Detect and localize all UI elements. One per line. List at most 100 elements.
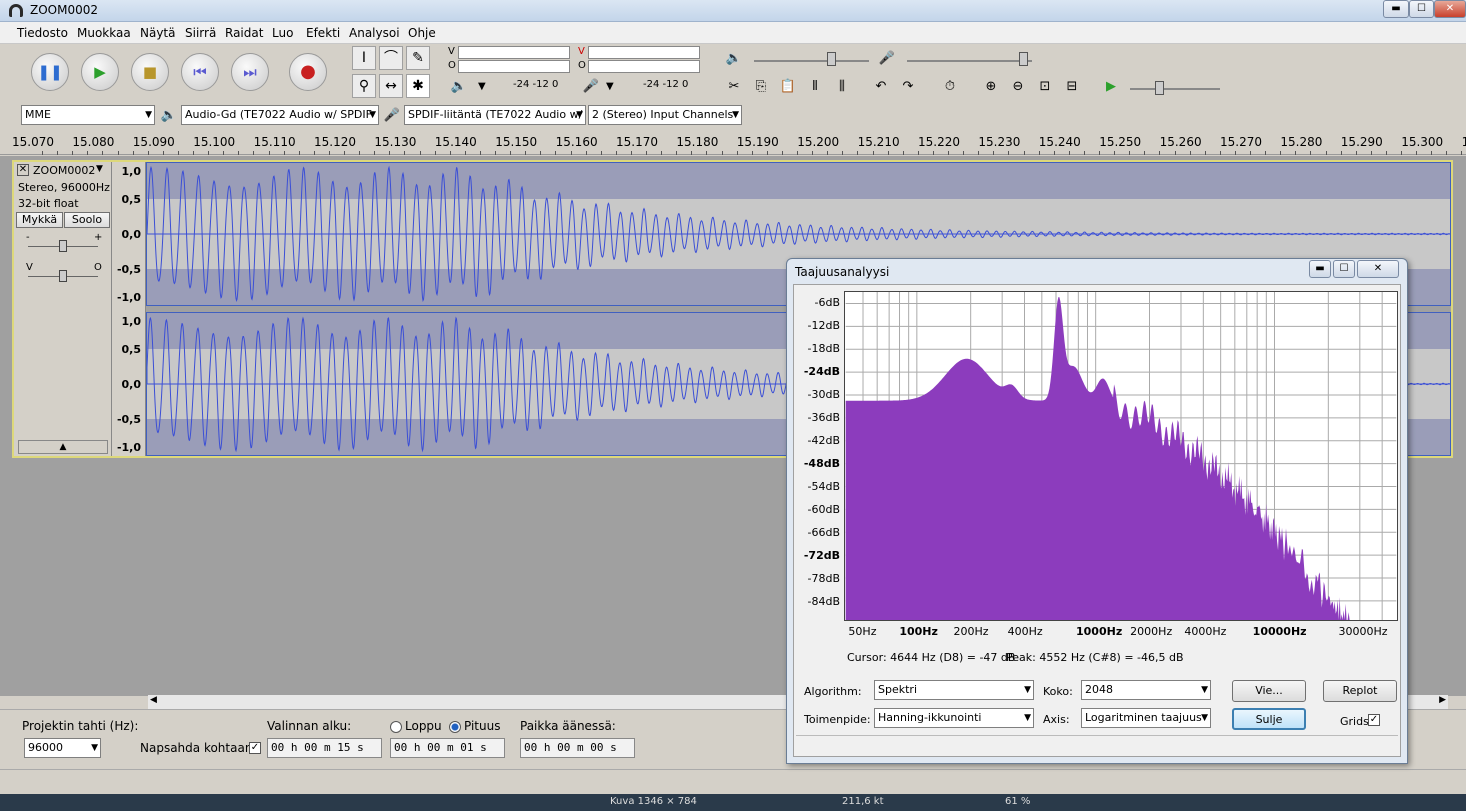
selection-start-field[interactable]: 00 h 00 m 15 s: [267, 738, 382, 758]
record-meter-right[interactable]: [588, 60, 700, 73]
output-device-icon: 🔈: [160, 108, 178, 123]
menu-raidat[interactable]: Raidat: [225, 26, 263, 40]
output-device-select[interactable]: Audio-Gd (TE7022 Audio w/ SPDIF ▼: [181, 105, 379, 125]
dialog-divider: [796, 735, 1398, 736]
rec-meter-dropdown[interactable]: ▼: [606, 81, 614, 92]
pause-button[interactable]: ❚❚: [31, 53, 69, 91]
dialog-close-button[interactable]: ✕: [1357, 260, 1399, 278]
track-name[interactable]: ZOOM0002: [33, 164, 95, 177]
sync-lock-icon[interactable]: ⏱: [939, 75, 961, 97]
zoom-in-icon[interactable]: ⊕: [980, 75, 1002, 97]
ruler-tick: [555, 151, 557, 155]
play-speed-slider[interactable]: [1130, 88, 1220, 90]
close-dialog-button[interactable]: Sulje: [1232, 708, 1306, 730]
output-volume-thumb[interactable]: [827, 52, 836, 66]
input-volume-slider[interactable]: [907, 60, 1032, 62]
timeline-ruler[interactable]: 15.070 15.080 15.090 15.100 15.110 15.120 15.1…: [0, 131, 1466, 155]
audio-position-field[interactable]: 00 h 00 m 00 s: [520, 738, 635, 758]
ruler-tick: [479, 151, 481, 155]
menu-luo[interactable]: Luo: [272, 26, 293, 40]
mute-button[interactable]: Mykkä: [16, 212, 63, 228]
axis-select[interactable]: Logaritminen taajuus ▼: [1081, 708, 1211, 728]
x-tick-label: 4000Hz: [1184, 625, 1227, 638]
envelope-tool[interactable]: ⌒: [379, 46, 403, 70]
fit-project-icon[interactable]: ⊟: [1061, 75, 1083, 97]
x-tick-label: 50Hz: [848, 625, 877, 638]
input-volume-thumb[interactable]: [1019, 52, 1028, 66]
spectrum-plot[interactable]: [844, 291, 1398, 621]
export-button[interactable]: Vie...: [1232, 680, 1306, 702]
play-at-speed-icon[interactable]: ▶: [1100, 75, 1122, 97]
draw-tool[interactable]: ✎: [406, 46, 430, 70]
ruler-tick: [464, 151, 466, 155]
ytick-bot-1: 1,0: [121, 315, 142, 328]
pan-right: O: [94, 262, 102, 273]
speaker-icon[interactable]: 🔈: [448, 75, 470, 97]
skip-start-icon: ⏮: [193, 63, 207, 81]
project-rate-select[interactable]: 96000 ▼: [24, 738, 101, 758]
menu-efekti[interactable]: Efekti: [306, 26, 340, 40]
output-volume-slider[interactable]: [754, 60, 869, 62]
scroll-right-icon[interactable]: ▶: [1439, 695, 1446, 705]
scroll-left-icon[interactable]: ◀: [150, 695, 157, 705]
grids-checkbox[interactable]: ✓: [1368, 714, 1380, 726]
skip-end-button[interactable]: ⏭: [231, 53, 269, 91]
length-radio[interactable]: [449, 721, 461, 733]
fit-selection-icon[interactable]: ⊡: [1034, 75, 1056, 97]
replot-button[interactable]: Replot: [1323, 680, 1397, 702]
collapse-track-button[interactable]: ▲: [18, 440, 108, 454]
snap-checkbox[interactable]: ✓: [249, 742, 261, 754]
input-device-select[interactable]: SPDIF-liitäntä (TE7022 Audio w/▼: [404, 105, 586, 125]
size-select[interactable]: 2048 ▼: [1081, 680, 1211, 700]
cut-icon[interactable]: ✂: [723, 75, 745, 97]
zoom-tool[interactable]: ⚲: [352, 74, 376, 98]
play-meter-dropdown[interactable]: ▼: [478, 81, 486, 92]
timeshift-tool[interactable]: ↔: [379, 74, 403, 98]
selection-length-field[interactable]: 00 h 00 m 01 s: [390, 738, 505, 758]
dialog-minimize-button[interactable]: ▬: [1309, 260, 1331, 278]
solo-button[interactable]: Soolo: [64, 212, 110, 228]
trim-icon[interactable]: ⫴: [804, 75, 826, 97]
y-tick-label: -78dB: [807, 571, 841, 585]
end-radio[interactable]: [390, 721, 402, 733]
minimize-button[interactable]: ▬: [1383, 0, 1409, 18]
pan-thumb[interactable]: [59, 270, 67, 282]
undo-icon[interactable]: ↶: [870, 75, 892, 97]
copy-icon[interactable]: ⎘: [750, 75, 772, 97]
stop-button[interactable]: ■: [131, 53, 169, 91]
ruler-tick: [1083, 151, 1085, 155]
silence-icon[interactable]: ⫼: [831, 75, 853, 97]
zoom-out-icon[interactable]: ⊖: [1007, 75, 1029, 97]
ruler-tick: [434, 151, 436, 155]
channels-select[interactable]: 2 (Stereo) Input Channels ▼: [588, 105, 742, 125]
function-select[interactable]: Hanning-ikkunointi ▼: [874, 708, 1034, 728]
gain-thumb[interactable]: [59, 240, 67, 252]
track-close-icon[interactable]: ✕: [17, 164, 29, 176]
play-button[interactable]: ▶: [81, 53, 119, 91]
menu-analysoi[interactable]: Analysoi: [349, 26, 400, 40]
menu-tiedosto[interactable]: Tiedosto: [17, 26, 68, 40]
host-select[interactable]: MME ▼: [21, 105, 155, 125]
menu-muokkaa[interactable]: Muokkaa: [77, 26, 131, 40]
dialog-maximize-button[interactable]: ☐: [1333, 260, 1355, 278]
record-button[interactable]: ●: [289, 53, 327, 91]
maximize-button[interactable]: ☐: [1409, 0, 1434, 18]
ruler-tick: [1250, 151, 1251, 155]
skip-start-button[interactable]: ⏮: [181, 53, 219, 91]
menu-nayta[interactable]: Näytä: [140, 26, 176, 40]
menu-ohje[interactable]: Ohje: [408, 26, 436, 40]
record-meter-left[interactable]: [588, 46, 700, 59]
close-button[interactable]: ✕: [1434, 0, 1466, 18]
menu-siirra[interactable]: Siirrä: [185, 26, 216, 40]
play-speed-thumb[interactable]: [1155, 81, 1164, 95]
playback-meter-right[interactable]: [458, 60, 570, 73]
paste-icon[interactable]: 📋: [777, 75, 799, 97]
multi-tool[interactable]: ✱: [406, 74, 430, 98]
playback-meter-left[interactable]: [458, 46, 570, 59]
track-menu-chevron-icon[interactable]: ▼: [96, 164, 103, 174]
ruler-tick: [1189, 151, 1191, 155]
selection-tool[interactable]: I: [352, 46, 376, 70]
microphone-icon[interactable]: 🎤: [580, 75, 602, 97]
algorithm-select[interactable]: Spektri ▼: [874, 680, 1034, 700]
redo-icon[interactable]: ↷: [897, 75, 919, 97]
